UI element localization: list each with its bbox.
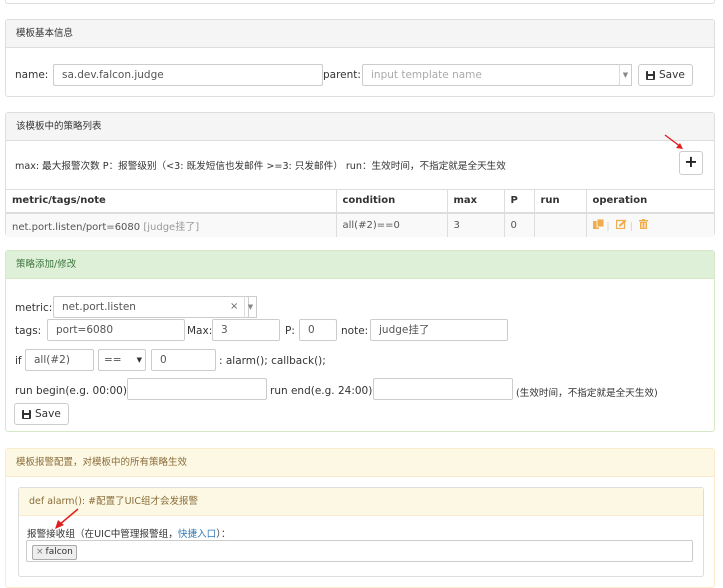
if-label: if	[15, 355, 22, 367]
tags-label: tags:	[15, 325, 42, 337]
metric-label: metric:	[15, 302, 53, 314]
panel-heading: 该模板中的策略列表	[6, 113, 714, 141]
row-metric-cell: net.port.listen/port=6080 [judge挂了]	[6, 212, 336, 237]
col-max-header: max	[446, 189, 504, 214]
tags-input[interactable]: port=6080	[47, 319, 185, 341]
strategy-hint-text: max: 最大报警次数 P：报警级别（<3: 既发短信也发邮件 >=3: 只发邮…	[15, 161, 506, 172]
col-metric-header: metric/tags/note	[6, 189, 336, 214]
edit-icon[interactable]	[615, 219, 627, 232]
col-p-header: P	[503, 189, 534, 214]
clear-icon[interactable]: ×	[230, 301, 238, 312]
name-input[interactable]: sa.dev.falcon.judge	[53, 64, 323, 86]
strategy-list-panel: 该模板中的策略列表 max: 最大报警次数 P：报警级别（<3: 既发短信也发邮…	[5, 112, 715, 237]
threshold-input[interactable]: 0	[151, 349, 216, 371]
row-note: [judge挂了]	[143, 221, 200, 233]
annotation-arrow-icon	[664, 134, 683, 149]
template-alarm-panel: 模板报警配置，对模板中的所有策略生效 def alarm(): #配置了UIC组…	[5, 448, 715, 588]
add-strategy-button[interactable]: +	[679, 151, 703, 175]
run-end-label: run end(e.g. 24:00):	[270, 385, 376, 397]
strategy-edit-panel: 策略添加/修改 metric: net.port.listen × ▼ tags…	[5, 250, 715, 432]
max-input[interactable]: 3	[212, 319, 280, 341]
p-label: P:	[285, 325, 295, 337]
operator-select[interactable]: == ▼	[98, 349, 146, 371]
floppy-disk-icon	[22, 409, 31, 419]
metric-dropdown-toggle[interactable]: ▼	[244, 296, 257, 318]
note-input[interactable]: judge挂了	[370, 319, 508, 341]
panel-heading: 模板报警配置，对模板中的所有策略生效	[6, 449, 714, 477]
col-operation-header: operation	[585, 189, 714, 214]
trash-icon[interactable]	[638, 218, 648, 232]
row-run	[533, 212, 586, 237]
receiver-group-input[interactable]: × falcon	[26, 540, 693, 562]
priority-input[interactable]: 0	[299, 319, 337, 341]
parent-label: parent:	[323, 69, 361, 81]
separator: |	[629, 221, 633, 232]
parent-template-input[interactable]: input template name	[362, 64, 620, 86]
row-p: 0	[503, 212, 534, 237]
alarm-subpanel: def alarm(): #配置了UIC组才会发报警 报警接收组（在UIC中管理…	[18, 487, 704, 577]
panel-heading: 策略添加/修改	[6, 251, 714, 279]
name-label: name:	[15, 69, 49, 81]
row-max: 3	[446, 212, 504, 237]
panel-heading: 模板基本信息	[6, 20, 714, 48]
caret-down-icon: ▼	[247, 303, 254, 311]
receiver-label-suffix: ）：	[216, 529, 231, 540]
receiver-label-prefix: 报警接收组（在UIC中管理报警组，	[27, 529, 178, 540]
previous-panel-edge	[5, 0, 715, 4]
receiver-tag: × falcon	[32, 545, 77, 560]
note-label: note:	[341, 325, 369, 337]
table-row: net.port.listen/port=6080 [judge挂了] all(…	[6, 212, 714, 237]
remove-tag-icon[interactable]: ×	[36, 547, 44, 557]
row-operations: | |	[585, 212, 714, 237]
caret-down-icon: ▼	[136, 356, 142, 364]
run-begin-input[interactable]	[127, 378, 267, 400]
function-input[interactable]: all(#2)	[25, 349, 94, 371]
table-header-row: metric/tags/note condition max P run ope…	[6, 189, 714, 214]
template-basic-info-panel: 模板基本信息 name: sa.dev.falcon.judge parent:…	[5, 19, 715, 97]
save-label: Save	[659, 69, 685, 81]
save-label: Save	[35, 408, 61, 420]
row-condition: all(#2)==0	[335, 212, 447, 237]
copy-icon[interactable]	[592, 218, 604, 232]
annotation-arrow-icon	[55, 508, 79, 529]
separator: |	[606, 221, 610, 232]
row-metric: net.port.listen/port=6080	[12, 221, 141, 233]
caret-down-icon: ▼	[622, 71, 629, 79]
max-label: Max:	[187, 325, 213, 337]
metric-select[interactable]: net.port.listen	[53, 296, 249, 318]
col-condition-header: condition	[335, 189, 447, 214]
run-end-input[interactable]	[373, 378, 513, 400]
save-strategy-button[interactable]: Save	[14, 403, 69, 425]
operator-value: ==	[104, 354, 122, 366]
col-run-header: run	[533, 189, 586, 214]
parent-dropdown-toggle[interactable]: ▼	[619, 64, 632, 86]
callback-text: : alarm(); callback();	[219, 355, 326, 367]
run-hint-text: (生效时间，不指定就是全天生效)	[516, 388, 658, 399]
receiver-tag-label: falcon	[45, 547, 73, 557]
save-template-button[interactable]: Save	[638, 64, 693, 86]
subpanel-heading: def alarm(): #配置了UIC组才会发报警	[19, 488, 703, 516]
uic-shortcut-link[interactable]: 快捷入口	[178, 529, 216, 540]
floppy-disk-icon	[646, 70, 655, 80]
strategy-table: metric/tags/note condition max P run ope…	[6, 189, 714, 237]
run-begin-label: run begin(e.g. 00:00):	[15, 385, 131, 397]
